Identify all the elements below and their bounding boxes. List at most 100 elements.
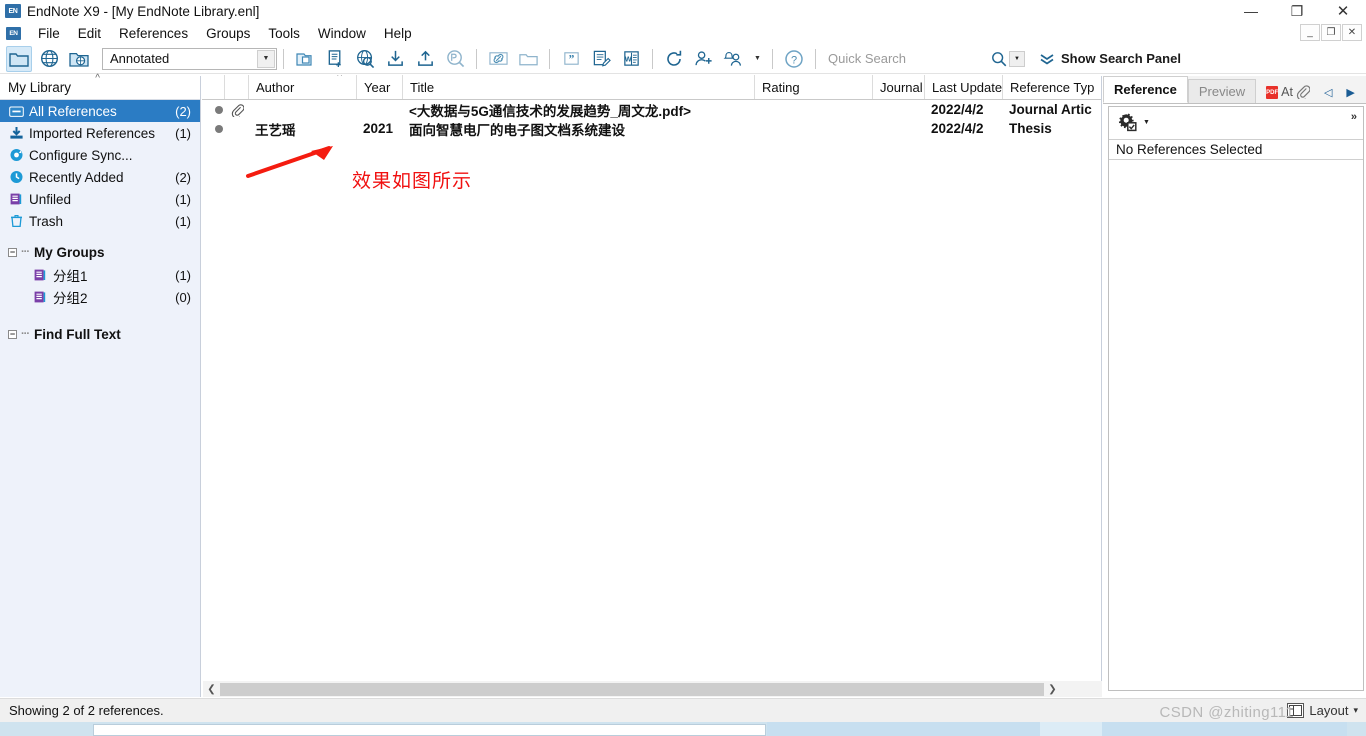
online-search-icon[interactable]	[36, 46, 62, 72]
output-style-combo[interactable]: Annotated ▼	[102, 47, 277, 70]
show-search-panel-label: Show Search Panel	[1061, 51, 1181, 66]
table-row[interactable]: <大数据与5G通信技术的发展趋势_周文龙.pdf> 2022/4/2 Journ…	[202, 100, 1101, 119]
menu-help[interactable]: Help	[375, 24, 421, 43]
reference-nav: ◁ ▶ ▼	[1324, 86, 1366, 99]
horizontal-scrollbar[interactable]: ❮ ❯	[203, 681, 1102, 697]
sidebar-label: Unfiled	[29, 191, 72, 207]
sidebar-item-imported-references[interactable]: Imported References (1)	[0, 122, 200, 144]
menu-file[interactable]: File	[29, 24, 69, 43]
sidebar-item-recently-added[interactable]: Recently Added (2)	[0, 166, 200, 188]
column-header-title[interactable]: Title	[402, 75, 754, 99]
mdi-minimize-button[interactable]: _	[1300, 24, 1320, 41]
share-library-icon[interactable]	[691, 46, 717, 72]
menu-bar: EN File Edit References Groups Tools Win…	[0, 22, 1366, 44]
copy-references-icon[interactable]	[292, 46, 318, 72]
expand-panel-icon[interactable]: »	[1351, 111, 1357, 123]
sidebar-item-configure-sync[interactable]: Configure Sync...	[0, 144, 200, 166]
paperclip-icon[interactable]	[1296, 84, 1310, 99]
search-options-dropdown[interactable]: ▼	[1009, 50, 1025, 67]
sidebar-item-all-references[interactable]: All References (2)	[0, 100, 200, 122]
layout-button[interactable]: Layout ▾	[1287, 703, 1358, 718]
menu-groups[interactable]: Groups	[197, 24, 259, 43]
import-icon	[8, 126, 25, 141]
toolbar-divider	[283, 48, 284, 69]
open-file-icon[interactable]	[515, 46, 541, 72]
toolbar-divider-4	[652, 48, 653, 69]
find-full-text-label: Find Full Text	[34, 326, 121, 342]
online-search-ref-icon[interactable]	[352, 46, 378, 72]
show-search-panel-button[interactable]: Show Search Panel	[1039, 51, 1181, 66]
my-groups-header[interactable]: − ··· My Groups	[0, 240, 200, 264]
app-logo-icon: EN	[5, 4, 21, 18]
column-header-journal[interactable]: Journal	[872, 75, 924, 99]
local-online-mode-icon[interactable]	[66, 46, 92, 72]
word-icon[interactable]: W	[618, 46, 644, 72]
quick-search-input[interactable]: Quick Search	[828, 49, 963, 69]
sidebar-label: Recently Added	[29, 169, 124, 185]
scroll-left-icon[interactable]: ❮	[203, 681, 220, 697]
collapse-expander-icon[interactable]: −	[8, 247, 17, 257]
menu-tools[interactable]: Tools	[259, 24, 309, 43]
tab-preview[interactable]: Preview	[1187, 79, 1257, 103]
sync-icon[interactable]	[661, 46, 687, 72]
cell-journal	[872, 100, 924, 119]
column-header-author[interactable]: Author ^	[248, 75, 356, 99]
sidebar-item-unfiled[interactable]: Unfiled (1)	[0, 188, 200, 210]
collapse-expander-icon[interactable]: −	[8, 329, 17, 339]
column-header-read-status[interactable]	[202, 75, 224, 99]
group-icon	[32, 268, 49, 283]
svg-text:?: ?	[791, 54, 797, 66]
layout-caret-icon[interactable]: ▾	[1353, 705, 1358, 716]
help-icon[interactable]: ?	[781, 46, 807, 72]
minimize-button[interactable]: —	[1228, 0, 1274, 22]
insert-citation-icon[interactable]: ”	[558, 46, 584, 72]
mdi-close-button[interactable]: ✕	[1342, 24, 1362, 41]
sidebar-item-group-2[interactable]: 分组2 (0)	[0, 286, 200, 308]
scrollbar-thumb[interactable]	[220, 682, 1044, 696]
sidebar-item-group-1[interactable]: 分组1 (1)	[0, 264, 200, 286]
notifications-dropdown-icon[interactable]: ▼	[751, 46, 764, 72]
menu-references[interactable]: References	[110, 24, 197, 43]
close-button[interactable]: ✕	[1320, 0, 1366, 22]
settings-gear-icon[interactable]	[1118, 113, 1139, 132]
scroll-right-icon[interactable]: ❯	[1044, 681, 1061, 697]
open-library-icon[interactable]	[6, 45, 32, 72]
column-header-attachment[interactable]	[224, 75, 248, 99]
tree-dots: ···	[21, 246, 30, 258]
cell-title: 面向智慧电厂的电子图文档系统建设	[409, 122, 625, 138]
cell-last-updated: 2022/4/2	[931, 102, 984, 117]
mdi-restore-button[interactable]: ❐	[1321, 24, 1341, 41]
find-full-text-header[interactable]: − ··· Find Full Text	[0, 322, 200, 346]
column-header-reference-type[interactable]: Reference Typ	[1002, 75, 1102, 99]
reference-toolbar: ▼ »	[1109, 107, 1363, 137]
gear-dropdown-icon[interactable]: ▼	[1143, 119, 1150, 126]
format-paper-icon[interactable]	[588, 46, 614, 72]
notifications-icon[interactable]	[721, 46, 747, 72]
column-header-year[interactable]: Year	[356, 75, 402, 99]
cell-reference-type: Journal Artic	[1009, 102, 1092, 117]
maximize-button[interactable]: ❐	[1274, 0, 1320, 22]
column-header-rating[interactable]: Rating	[754, 75, 872, 99]
pdf-icon[interactable]: PDF	[1266, 86, 1279, 99]
clock-icon	[8, 170, 25, 185]
sidebar-item-trash[interactable]: Trash (1)	[0, 210, 200, 232]
import-icon[interactable]	[382, 46, 408, 72]
paperclip-icon[interactable]	[224, 100, 248, 119]
open-link-icon[interactable]	[485, 46, 511, 72]
read-status-dot[interactable]	[202, 119, 224, 138]
previous-reference-icon[interactable]: ◁	[1324, 86, 1332, 99]
table-row[interactable]: 王艺瑶 2021 面向智慧电厂的电子图文档系统建设 2022/4/2 Thesi…	[202, 119, 1101, 138]
menu-window[interactable]: Window	[309, 24, 375, 43]
sidebar-count: (1)	[175, 125, 191, 141]
my-library-header: My Library ^	[0, 73, 200, 100]
export-icon[interactable]	[412, 46, 438, 72]
read-status-dot[interactable]	[202, 100, 224, 119]
new-reference-icon[interactable]	[322, 46, 348, 72]
column-header-last-updated[interactable]: Last Updated	[924, 75, 1002, 99]
tab-reference[interactable]: Reference	[1103, 76, 1188, 103]
find-full-text-icon[interactable]	[442, 46, 468, 72]
chevron-down-icon[interactable]: ▼	[257, 49, 275, 68]
menu-edit[interactable]: Edit	[69, 24, 110, 43]
next-reference-icon[interactable]: ▶	[1346, 86, 1354, 99]
sidebar-label: Imported References	[29, 125, 156, 141]
